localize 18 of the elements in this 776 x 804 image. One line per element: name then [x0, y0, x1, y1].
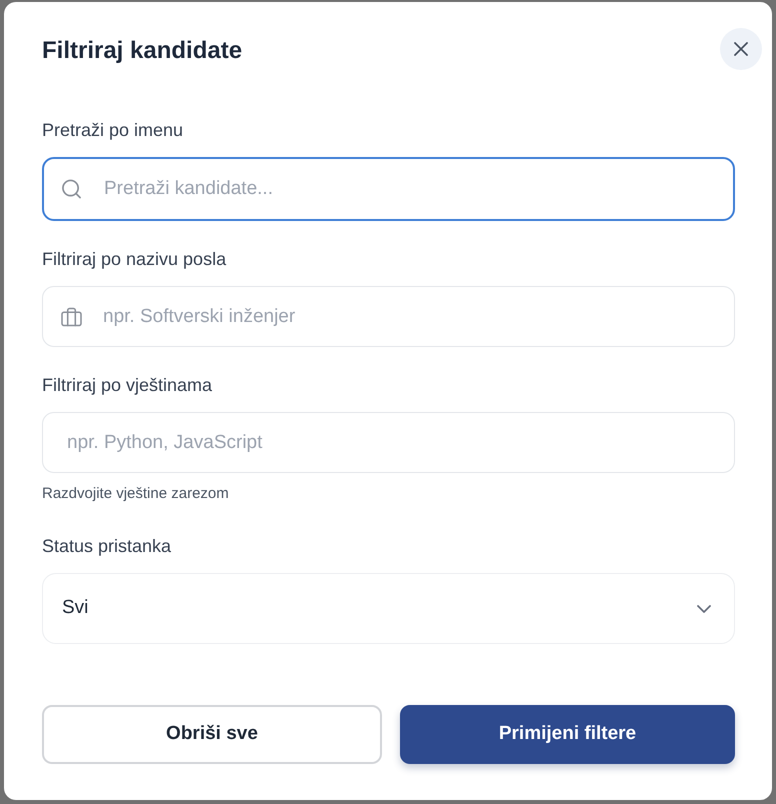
close-button[interactable] [720, 28, 762, 70]
field-hint: Razdvojite vještine zarezom [42, 484, 229, 504]
chevron-down-icon [697, 604, 711, 612]
search-field[interactable]: Pretraži kandidate... [42, 157, 735, 221]
close-icon [734, 42, 748, 56]
field-label: Pretraži po imenu [42, 119, 184, 142]
status-select[interactable]: Svi [42, 573, 735, 644]
field-label: Filtriraj po vještinama [42, 374, 212, 397]
field-label: Filtriraj po nazivu posla [42, 248, 226, 271]
select-value: Svi [62, 596, 88, 620]
briefcase-icon [61, 307, 82, 326]
dialog-title: Filtriraj kandidate [42, 36, 242, 66]
clear-button[interactable]: Obriši sve [42, 705, 382, 764]
apply-button[interactable]: Primijeni filtere [400, 705, 735, 764]
input-field[interactable]: npr. Softverski inženjer [42, 286, 735, 347]
input-field[interactable]: npr. Python, JavaScript [42, 412, 735, 473]
field-label: Status pristanka [42, 535, 172, 558]
search-icon [62, 180, 81, 198]
